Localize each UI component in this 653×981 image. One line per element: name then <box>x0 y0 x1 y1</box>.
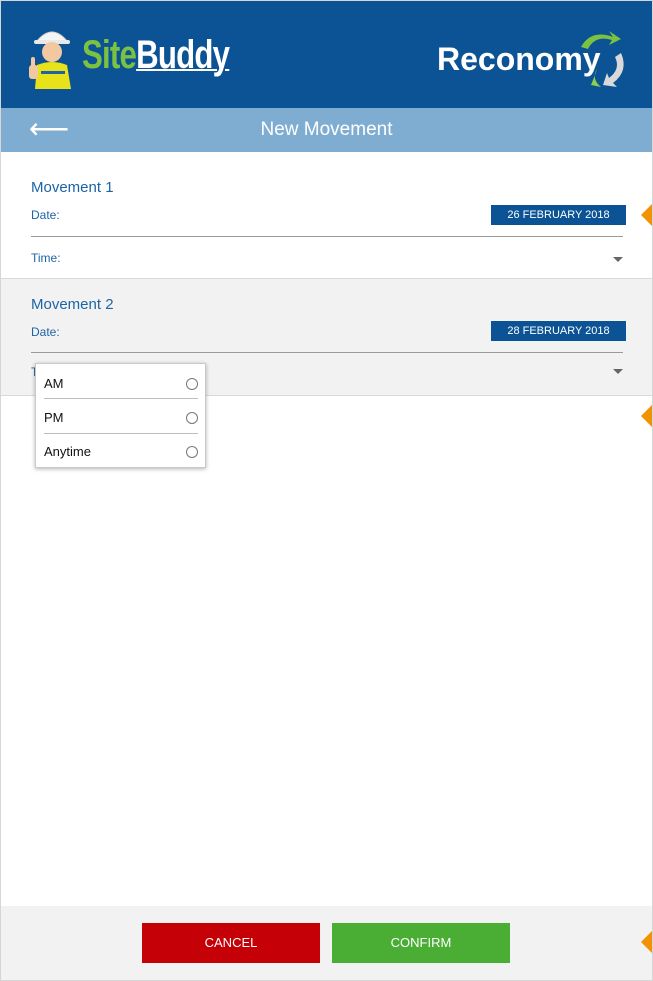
time-option-label: Anytime <box>44 444 91 459</box>
radio-icon[interactable] <box>186 446 198 458</box>
title-bar: New Movement ⟵ <box>1 108 652 152</box>
cancel-button[interactable]: CANCEL <box>142 923 320 963</box>
confirm-button[interactable]: CONFIRM <box>332 923 510 963</box>
time-option-label: AM <box>44 376 64 391</box>
sitebuddy-logo: SiteBuddy <box>27 23 230 89</box>
movement-2-date-label: Date: <box>31 325 60 339</box>
wordmark-site: Site <box>82 33 137 77</box>
back-arrow-icon[interactable]: ⟵ <box>29 115 69 144</box>
movement-1-section: Movement 1 Date: 26 FEBRUARY 2018 Time: <box>1 152 652 279</box>
time-option-am[interactable]: AM <box>44 366 198 400</box>
reconomy-logo: Reconomy <box>431 27 631 91</box>
orange-marker-icon <box>641 929 652 955</box>
radio-icon[interactable] <box>186 378 198 390</box>
movement-2-time-dropdown-icon[interactable] <box>613 369 623 374</box>
recycle-arrows-icon <box>581 31 624 87</box>
movement-1-time-label: Time: <box>31 251 61 265</box>
movement-1-date-label: Date: <box>31 208 60 222</box>
footer-bar: CANCEL CONFIRM <box>1 906 652 980</box>
movement-2-date-picker[interactable]: 28 FEBRUARY 2018 <box>491 321 626 341</box>
orange-marker-icon <box>641 403 652 429</box>
time-options-popup: AM PM Anytime <box>35 363 206 468</box>
radio-icon[interactable] <box>186 412 198 424</box>
app-frame: SiteBuddy Reconomy New Movement ⟵ Moveme… <box>0 0 653 981</box>
movement-2-title: Movement 2 <box>31 296 114 313</box>
option-separator <box>44 398 198 399</box>
time-option-label: PM <box>44 410 64 425</box>
page-title: New Movement <box>260 119 393 140</box>
brand-header: SiteBuddy Reconomy <box>1 1 652 108</box>
time-option-pm[interactable]: PM <box>44 400 198 434</box>
movement-1-title: Movement 1 <box>31 179 114 196</box>
orange-marker-icon <box>641 202 652 228</box>
movement-1-date-picker[interactable]: 26 FEBRUARY 2018 <box>491 205 626 225</box>
movement-1-time-dropdown-icon[interactable] <box>613 257 623 262</box>
sitebuddy-wordmark: SiteBuddy <box>82 33 230 78</box>
divider <box>31 236 623 237</box>
time-option-anytime[interactable]: Anytime <box>44 434 198 468</box>
divider <box>31 352 623 353</box>
builder-mascot-icon <box>29 31 71 89</box>
wordmark-buddy: Buddy <box>136 33 230 77</box>
